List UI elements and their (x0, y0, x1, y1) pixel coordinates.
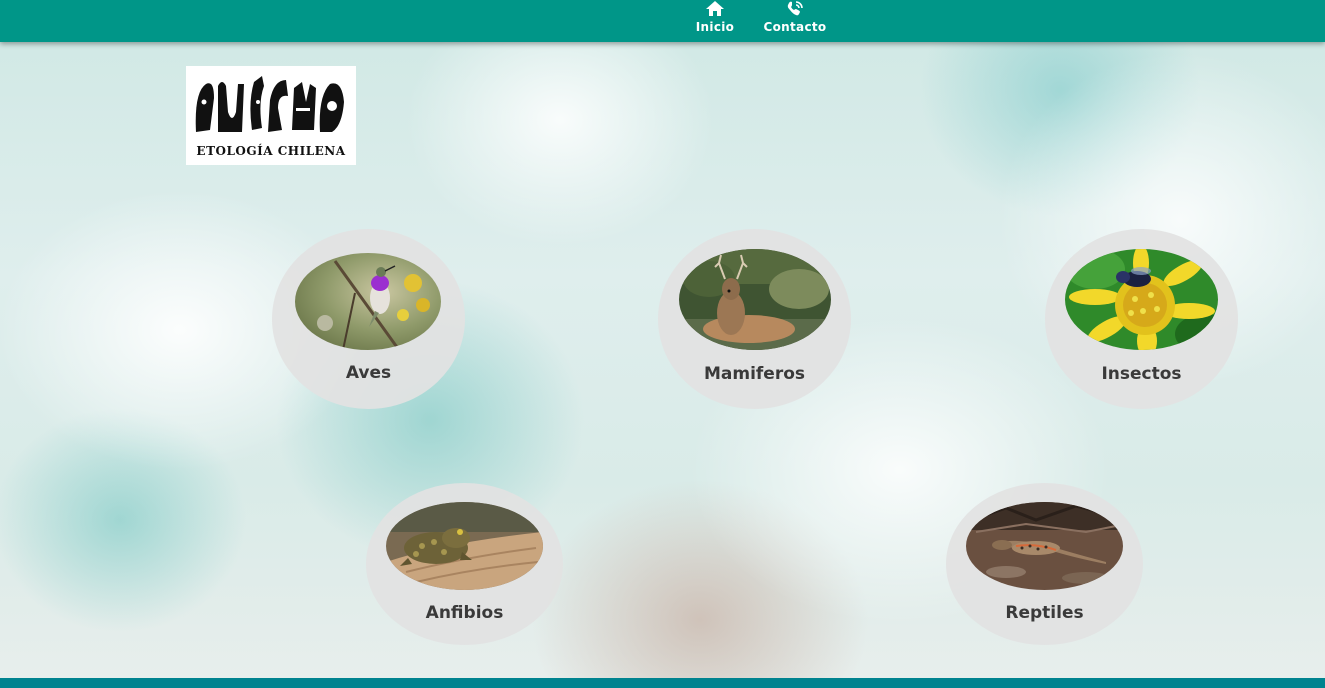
category-card-reptiles[interactable]: Reptiles (946, 483, 1143, 645)
site-logo[interactable]: ETOLOGÍA CHILENA (186, 66, 356, 165)
nav-inicio[interactable]: Inicio (693, 0, 737, 42)
top-navbar: Inicio Contacto (0, 0, 1325, 42)
page: Inicio Contacto ETOLOGÍA CHILENA Aves Ma… (0, 0, 1325, 688)
category-card-anfibios[interactable]: Anfibios (366, 483, 563, 645)
home-icon (706, 1, 724, 16)
category-card-insectos[interactable]: Insectos (1045, 229, 1238, 409)
category-card-aves[interactable]: Aves (272, 229, 465, 409)
logo-glyphs-icon (195, 76, 344, 132)
category-label-reptiles: Reptiles (1005, 603, 1084, 623)
nav-contacto-label: Contacto (763, 20, 827, 34)
category-label-aves: Aves (345, 363, 392, 383)
category-label-mamiferos: Mamiferos (703, 364, 806, 384)
logo-text: ETOLOGÍA CHILENA (196, 144, 346, 158)
hummingbird-photo (295, 253, 441, 350)
toad-photo (386, 502, 543, 590)
deer-photo (679, 249, 831, 350)
nav-inicio-label: Inicio (695, 20, 735, 34)
lizard-photo (966, 502, 1123, 590)
bee-on-flower-photo (1065, 249, 1218, 350)
nav-contacto[interactable]: Contacto (763, 0, 827, 42)
category-label-anfibios: Anfibios (425, 603, 504, 623)
footer-bar (0, 678, 1325, 688)
category-label-insectos: Insectos (1101, 364, 1182, 384)
category-card-mamiferos[interactable]: Mamiferos (658, 229, 851, 409)
contact-icon (787, 1, 803, 16)
